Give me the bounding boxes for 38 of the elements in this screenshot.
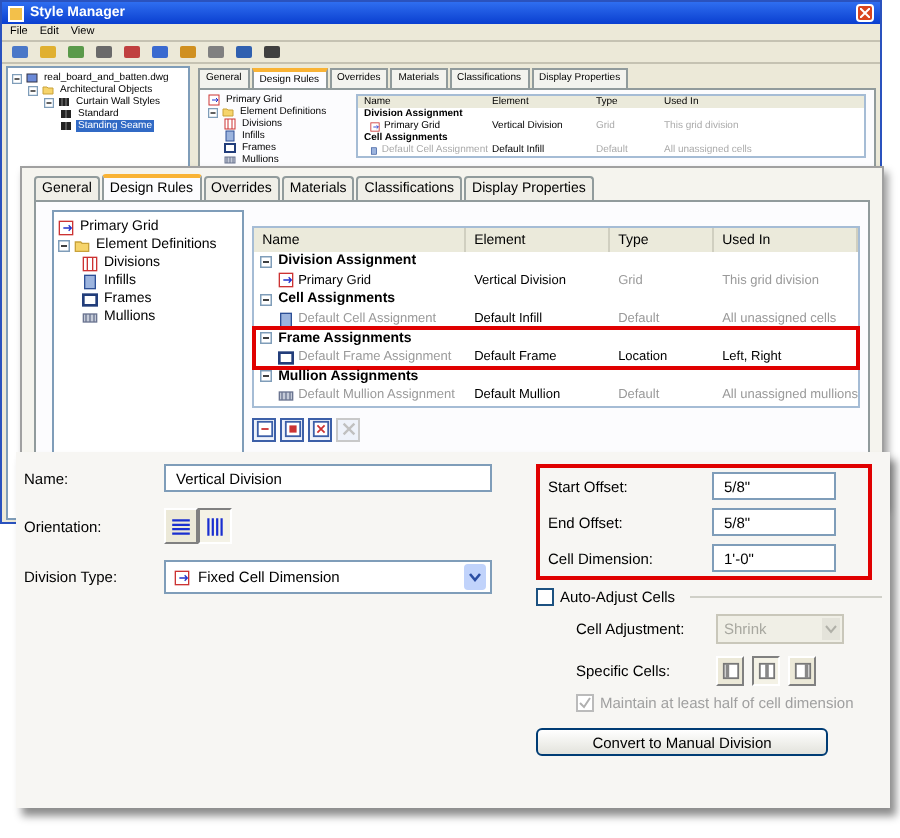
collapse-icon[interactable] <box>260 332 273 345</box>
close-button[interactable] <box>856 4 874 22</box>
collapse-icon[interactable] <box>260 255 273 268</box>
vertical-lines-icon <box>204 515 226 537</box>
drawing-file-icon <box>26 72 38 84</box>
collapse-icon[interactable] <box>58 239 70 251</box>
frame-icon <box>82 291 98 307</box>
collapse-icon[interactable] <box>12 73 22 83</box>
chevron-down-icon <box>468 572 482 582</box>
horizontal-lines-icon <box>170 515 192 537</box>
division-icon <box>82 255 98 271</box>
collapse-icon[interactable] <box>208 107 218 117</box>
infill-icon <box>278 311 295 328</box>
infill-icon <box>82 273 98 289</box>
collapse-icon[interactable] <box>28 85 38 95</box>
folder-icon <box>42 84 54 96</box>
folder-icon <box>222 106 234 118</box>
app-icon <box>8 5 24 21</box>
vertical-lines-button[interactable] <box>198 508 232 544</box>
collapse-icon[interactable] <box>260 370 273 383</box>
mullion-icon <box>278 387 295 404</box>
folder-icon <box>74 237 90 253</box>
close-icon <box>339 420 358 439</box>
collapse-icon[interactable] <box>44 97 54 107</box>
mullion-icon <box>224 154 236 166</box>
division-icon <box>224 118 236 130</box>
horizontal-lines-button[interactable] <box>164 508 198 544</box>
mullion-icon <box>82 309 98 325</box>
frame-icon <box>224 142 236 154</box>
chevron-down-icon <box>822 618 840 640</box>
add-button[interactable] <box>252 417 277 442</box>
frame-icon <box>278 349 295 366</box>
cell-position-button[interactable] <box>752 656 780 686</box>
collapse-icon[interactable] <box>260 293 273 306</box>
checkbox[interactable] <box>536 588 554 606</box>
infill-icon <box>224 130 236 142</box>
add-button[interactable] <box>308 417 333 442</box>
add-button[interactable] <box>280 417 305 442</box>
